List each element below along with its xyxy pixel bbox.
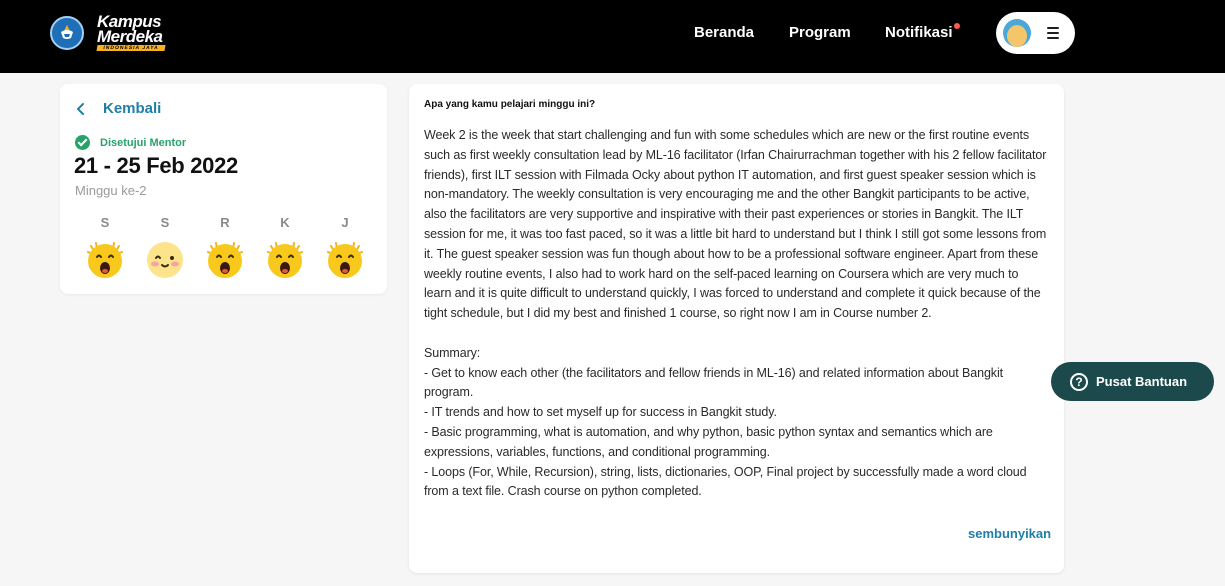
back-button[interactable]: Kembali (76, 100, 161, 117)
approval-status-label: Disetujui Mentor (100, 136, 187, 149)
hide-answer-link[interactable]: sembunyikan (968, 526, 1051, 541)
check-circle-icon (75, 135, 90, 150)
week-date-range: 21 - 25 Feb 2022 (74, 153, 238, 178)
kampus-merdeka-logo[interactable]: Kampus Merdeka INDONESIA JAYA (96, 13, 177, 51)
day-letter: R (220, 215, 230, 230)
help-center-button[interactable]: ? Pusat Bantuan (1051, 362, 1214, 401)
day-letter: S (100, 215, 110, 230)
top-navbar: Kampus Merdeka INDONESIA JAYA Beranda Pr… (0, 0, 1225, 73)
nav-notifikasi[interactable]: Notifikasi (885, 24, 953, 41)
help-center-label: Pusat Bantuan (1096, 374, 1188, 389)
report-answer: Week 2 is the week that start challengin… (424, 128, 1047, 499)
kemendikbud-logo-icon[interactable] (50, 16, 84, 50)
logo-tagline: INDONESIA JAYA (96, 45, 166, 51)
excited-emoji-icon[interactable] (325, 239, 365, 279)
profile-menu-button[interactable] (996, 12, 1075, 54)
logo-line2: Merdeka (97, 27, 163, 46)
nav-beranda[interactable]: Beranda (694, 24, 754, 41)
day-mood-3[interactable]: R (205, 215, 245, 279)
report-question: Apa yang kamu pelajari minggu ini? (424, 99, 596, 110)
day-mood-4[interactable]: K (265, 215, 305, 279)
approval-status: Disetujui Mentor (75, 135, 186, 150)
day-mood-1[interactable]: S (85, 215, 125, 279)
nav-program[interactable]: Program (789, 24, 851, 41)
avatar[interactable] (1003, 19, 1031, 47)
excited-emoji-icon[interactable] (265, 239, 305, 279)
day-letter: J (341, 215, 349, 230)
excited-emoji-icon[interactable] (85, 239, 125, 279)
chevron-left-icon (77, 102, 84, 115)
hamburger-menu-icon[interactable] (1047, 27, 1059, 39)
back-label: Kembali (103, 100, 162, 117)
day-mood-2[interactable]: S (145, 215, 185, 279)
excited-emoji-icon[interactable] (205, 239, 245, 279)
happy-emoji-icon[interactable] (145, 239, 185, 279)
day-letter: S (160, 215, 170, 230)
day-mood-5[interactable]: J (325, 215, 365, 279)
week-number: Minggu ke-2 (75, 183, 147, 198)
question-circle-icon: ? (1070, 372, 1088, 391)
day-letter: K (280, 215, 290, 230)
notification-dot-icon (954, 23, 960, 29)
